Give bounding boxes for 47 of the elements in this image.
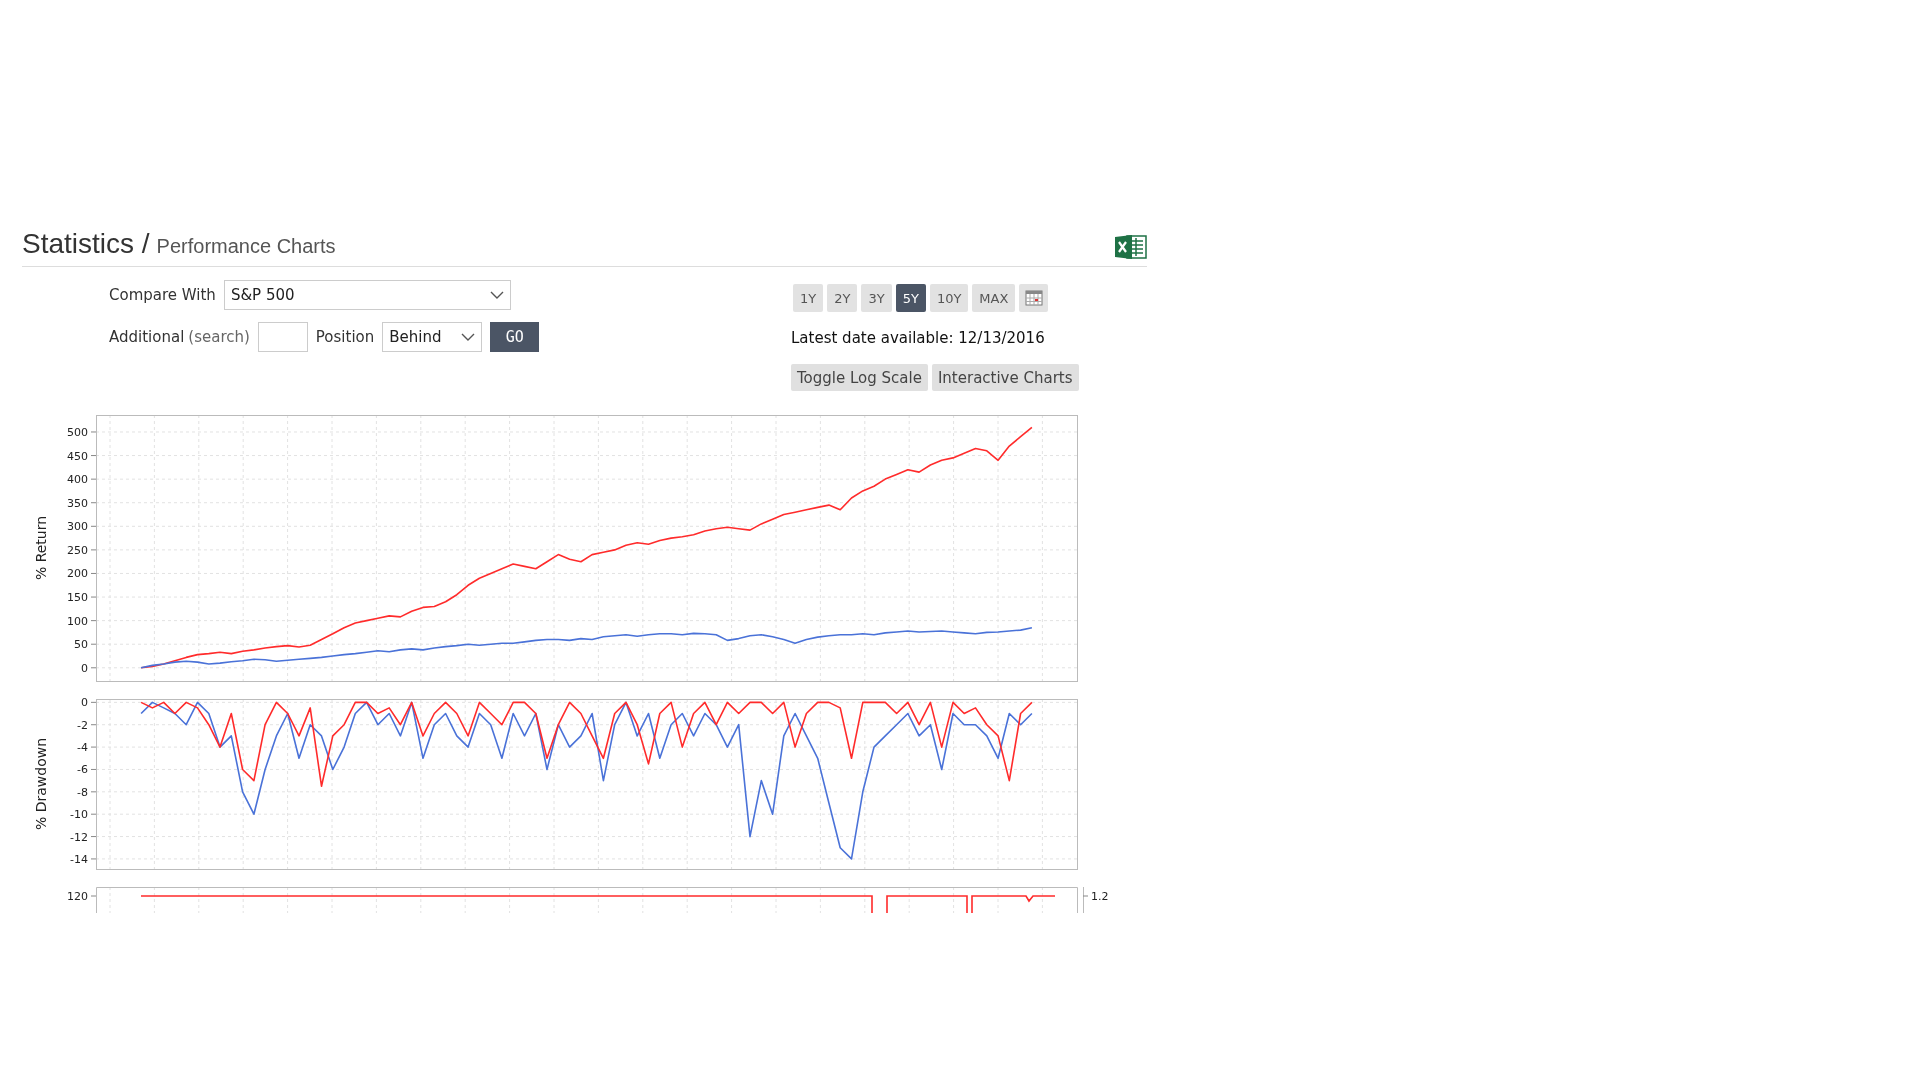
period-tab[interactable]: 1Y <box>793 284 824 312</box>
tick-label: 450 <box>67 449 88 463</box>
chevron-down-icon <box>461 333 476 341</box>
field-label: Compare With <box>109 286 216 304</box>
tick-label: 300 <box>67 520 88 534</box>
go-button[interactable]: GO <box>490 322 540 352</box>
field-label: Position <box>315 328 375 346</box>
period-tab[interactable]: 5Y <box>895 284 926 312</box>
tick-label: 50 <box>74 638 88 652</box>
chart-option-button[interactable]: Interactive Charts <box>931 364 1079 391</box>
latest-date-text: Latest date available: 12/13/2016 <box>791 329 1046 347</box>
axis-title: % Drawdown <box>33 737 49 831</box>
tick-label: 100 <box>67 614 88 628</box>
page-subtitle: Performance Charts <box>156 235 336 258</box>
tick-label: -10 <box>70 808 88 822</box>
page-title: Statistics / <box>22 228 150 260</box>
period-tab[interactable]: MAX <box>972 284 1016 312</box>
tick-label: 120 <box>67 890 88 903</box>
tick-label: -2 <box>77 718 88 732</box>
tick-label: 250 <box>67 543 88 557</box>
tick-label: -12 <box>70 830 88 844</box>
axis-title: % Return <box>33 515 49 581</box>
period-tab[interactable]: 2Y <box>827 284 858 312</box>
tick-label: -8 <box>77 785 88 799</box>
tick-label: 0 <box>81 661 88 675</box>
tick-label: 1.2 <box>1091 890 1109 903</box>
tick-label: -14 <box>70 852 88 866</box>
calendar-icon <box>1024 290 1043 306</box>
field-label: Additional <box>109 328 185 346</box>
tick-label: 350 <box>67 496 88 510</box>
position-select[interactable]: Behind <box>382 322 483 352</box>
tick-label: 500 <box>67 426 88 439</box>
tick-label: 0 <box>81 697 88 710</box>
compare-select[interactable]: S&P 500 <box>223 280 511 310</box>
input-field[interactable] <box>257 322 308 352</box>
tick-label: 400 <box>67 473 88 487</box>
tick-label: 150 <box>67 591 88 605</box>
tick-label: 200 <box>67 567 88 581</box>
tick-label: -4 <box>77 741 88 755</box>
search-link[interactable]: (search) <box>188 328 250 346</box>
period-tab[interactable]: 10Y <box>929 284 969 312</box>
period-tab[interactable]: 3Y <box>861 284 892 312</box>
tick-label: -6 <box>77 763 88 777</box>
chart-option-button[interactable]: Toggle Log Scale <box>791 364 928 391</box>
spreadsheet-icon[interactable] <box>1115 234 1147 260</box>
chevron-down-icon <box>489 291 504 299</box>
calendar-button[interactable] <box>1019 284 1049 312</box>
